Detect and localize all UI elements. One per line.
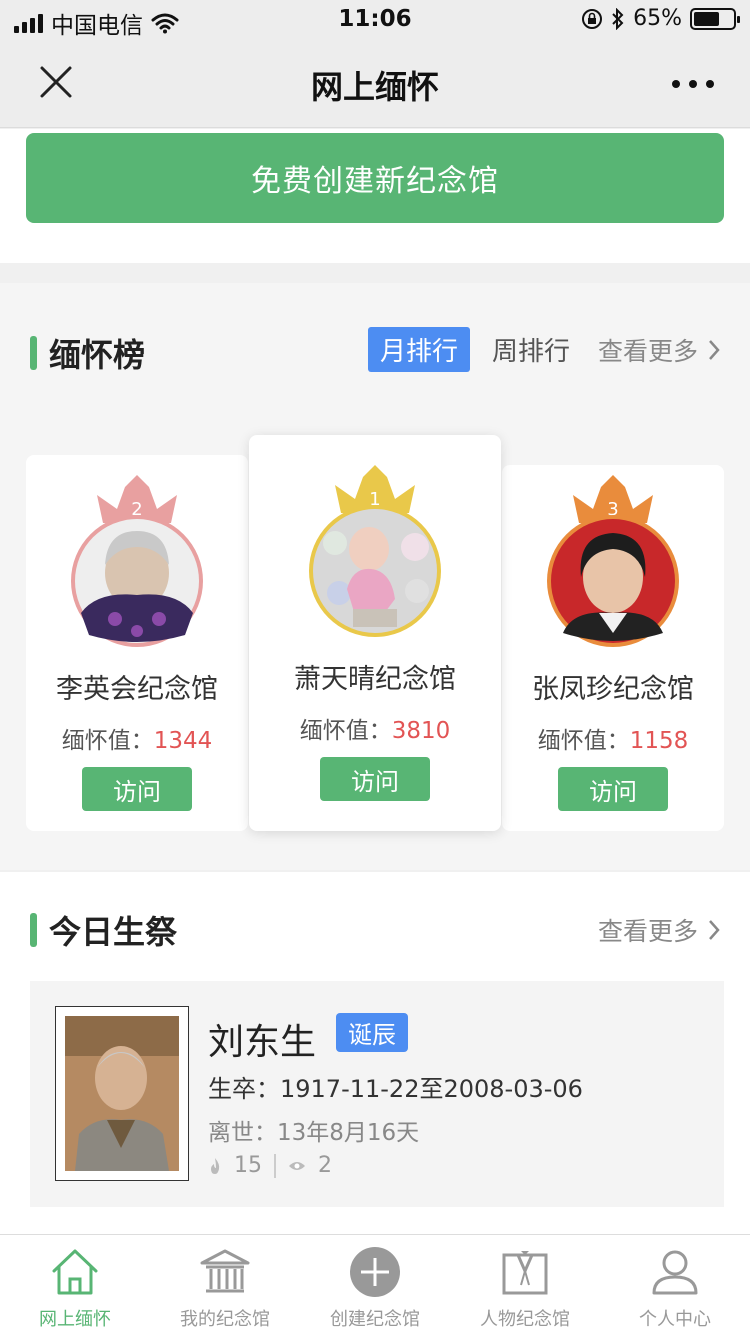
rotation-lock-icon <box>582 8 603 29</box>
ranking-tabs: 月排行 周排行 查看更多 <box>367 327 720 372</box>
flame-icon <box>211 1157 220 1174</box>
battery-fill <box>694 11 719 26</box>
birthday-badge: 诞辰 <box>336 1013 408 1052</box>
birthday-title: 今日生祭 <box>49 913 178 951</box>
tab-figure-memorials[interactable]: 人物纪念馆 <box>450 1235 600 1334</box>
ranking-section: 缅怀榜 月排行 周排行 查看更多 2 李英会纪念馆 缅怀值：1344 访问 3 … <box>0 283 750 870</box>
battery-percent: 65% <box>633 6 682 31</box>
memorial-name: 萧天晴纪念馆 <box>294 664 456 695</box>
chevron-right-icon <box>709 920 720 940</box>
birthday-header: 今日生祭 <box>30 910 178 951</box>
person-name: 刘东生 <box>208 1022 317 1063</box>
more-options-icon[interactable] <box>672 80 714 88</box>
score-label: 缅怀值： <box>299 718 392 744</box>
user-icon <box>652 1250 698 1295</box>
visit-button[interactable]: 访问 <box>320 757 430 801</box>
tab-monthly[interactable]: 月排行 <box>367 327 470 372</box>
memorial-score: 缅怀值：1158 <box>502 721 724 755</box>
memorial-score: 缅怀值：1344 <box>26 721 248 755</box>
bluetooth-icon <box>612 7 624 30</box>
crown-avatar-rank-3: 3 <box>547 475 679 647</box>
tab-label: 人物纪念馆 <box>480 1309 570 1330</box>
tab-online-memorial[interactable]: 网上缅怀 <box>0 1235 150 1334</box>
time-passed: 离世：13年8月16天 <box>208 1120 420 1146</box>
suit-icon <box>502 1251 548 1295</box>
create-section: 免费创建新纪念馆 <box>0 129 750 263</box>
section-accent-bar <box>30 913 37 947</box>
view-count: 2 <box>318 1153 332 1178</box>
crown-avatar-rank-1: 1 <box>309 465 441 637</box>
status-right: 65% <box>581 6 740 31</box>
ranking-see-more-link[interactable]: 查看更多 <box>598 332 720 368</box>
battery-icon <box>690 7 740 30</box>
crown-avatar-rank-2: 2 <box>71 475 203 647</box>
avatar-rank-1: 1 <box>305 463 445 643</box>
score-label: 缅怀值： <box>537 728 630 754</box>
birthday-actions: 查看更多 <box>592 912 720 948</box>
score-value: 3810 <box>391 718 451 744</box>
section-accent-bar <box>30 336 37 370</box>
score-value: 1344 <box>153 728 213 754</box>
ranking-header: 缅怀榜 <box>30 333 146 374</box>
tab-weekly[interactable]: 周排行 <box>480 327 582 372</box>
memorial-score: 缅怀值：3810 <box>249 711 501 745</box>
bottom-tab-bar: 网上缅怀 我的纪念馆 创建纪念馆 人物纪念馆 个人中心 <box>0 1234 750 1334</box>
life-dates: 生卒：1917-11-22至2008-03-06 <box>208 1075 583 1103</box>
ranking-title: 缅怀榜 <box>49 336 146 374</box>
birthday-card[interactable]: 刘东生 诞辰 生卒：1917-11-22至2008-03-06 离世：13年8月… <box>30 981 724 1207</box>
chevron-right-icon <box>709 339 720 360</box>
visit-button[interactable]: 访问 <box>82 767 192 811</box>
flame-count: 15 <box>234 1153 262 1178</box>
ranking-card-1[interactable]: 1 萧天晴纪念馆 缅怀值：3810 访问 <box>249 435 501 831</box>
tab-label: 个人中心 <box>639 1309 711 1330</box>
nav-bar: 网上缅怀 <box>0 40 750 128</box>
avatar-rank-3: 3 <box>543 473 683 653</box>
see-more-label: 查看更多 <box>597 336 698 366</box>
tab-personal-center[interactable]: 个人中心 <box>600 1235 750 1334</box>
portrait-image <box>65 1016 179 1171</box>
page-title: 网上缅怀 <box>310 68 439 106</box>
tab-label: 网上缅怀 <box>39 1309 111 1330</box>
person-stats: 15 2 <box>208 1153 332 1178</box>
birthday-section: 今日生祭 查看更多 刘东生 诞辰 生卒：1917-11-22至2008-03-0… <box>0 872 750 1234</box>
avatar-rank-2: 2 <box>67 473 207 653</box>
stats-divider <box>274 1153 276 1178</box>
tab-label: 我的纪念馆 <box>180 1309 270 1330</box>
eye-icon <box>289 1161 305 1170</box>
birthday-see-more-link[interactable]: 查看更多 <box>598 912 720 948</box>
person-photo <box>55 1006 189 1181</box>
tab-create-memorial[interactable]: 创建纪念馆 <box>300 1235 450 1334</box>
visit-button[interactable]: 访问 <box>558 767 668 811</box>
create-memorial-button[interactable]: 免费创建新纪念馆 <box>26 133 724 223</box>
tab-label: 创建纪念馆 <box>330 1309 420 1330</box>
ranking-card-3[interactable]: 3 张凤珍纪念馆 缅怀值：1158 访问 <box>502 465 724 831</box>
building-icon <box>200 1249 250 1293</box>
plus-circle-icon <box>350 1247 400 1297</box>
ranking-card-2[interactable]: 2 李英会纪念馆 缅怀值：1344 访问 <box>26 455 248 831</box>
home-icon <box>52 1249 98 1295</box>
see-more-label: 查看更多 <box>597 917 698 946</box>
score-label: 缅怀值： <box>61 728 154 754</box>
tab-my-memorials[interactable]: 我的纪念馆 <box>150 1235 300 1334</box>
score-value: 1158 <box>629 728 689 754</box>
status-bar: 中国电信 11:06 65% <box>0 0 750 40</box>
memorial-name: 李英会纪念馆 <box>56 674 218 705</box>
memorial-name: 张凤珍纪念馆 <box>532 674 694 705</box>
